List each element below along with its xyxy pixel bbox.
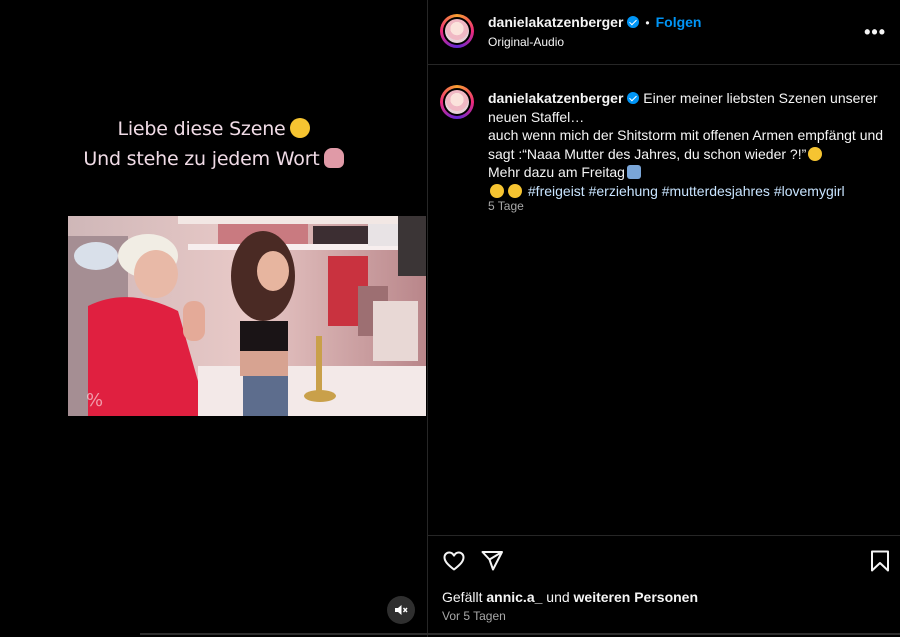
share-button[interactable] (479, 548, 505, 574)
original-audio-link[interactable]: Original-Audio (488, 35, 564, 49)
follow-button[interactable]: Folgen (656, 14, 702, 30)
post-caption: danielakatzenberger Einer meiner liebste… (488, 89, 893, 200)
hashtag-link[interactable]: #freigeist (528, 183, 585, 199)
hashtag-link[interactable]: #lovemygirl (774, 183, 845, 199)
grinning-emoji-icon (508, 183, 522, 198)
hashtag-link[interactable]: #erziehung (589, 183, 658, 199)
author-line: danielakatzenberger • Folgen (488, 14, 701, 30)
verified-badge-icon (627, 92, 640, 104)
mute-toggle-button[interactable] (387, 596, 415, 624)
like-button[interactable] (441, 548, 467, 574)
author-username[interactable]: danielakatzenberger (488, 14, 623, 30)
actions-divider (428, 535, 900, 536)
author-avatar[interactable] (440, 14, 474, 48)
bookmark-icon (871, 550, 889, 572)
bottom-scroll-edge (140, 633, 900, 635)
post-header: danielakatzenberger • Folgen Original-Audi… (428, 0, 900, 65)
post-side-panel: danielakatzenberger • Folgen Original-Audi… (428, 0, 900, 637)
save-button[interactable] (867, 548, 893, 574)
video-overlay-text-line1: Liebe diese Szene (0, 118, 427, 140)
likes-summary: Gefällt annic.a_ und weiteren Personen (442, 589, 698, 605)
tv-emoji-icon (626, 165, 641, 179)
liked-by-username[interactable]: annic.a_ (486, 589, 542, 605)
video-frame[interactable]: % (68, 216, 426, 416)
caption-line3: Mehr dazu am Freitag (488, 164, 625, 180)
video-overlay-text-line2: Und stehe zu jedem Wort (0, 148, 427, 170)
verified-badge-icon (627, 16, 640, 28)
caption-line2: auch wenn mich der Shitstorm mit offenen… (488, 127, 884, 162)
post-timestamp[interactable]: Vor 5 Tagen (442, 609, 506, 623)
svg-text:%: % (86, 390, 103, 411)
likes-middle: und (546, 589, 570, 605)
likes-prefix: Gefällt (442, 589, 483, 605)
speaker-muted-icon (395, 605, 408, 615)
caption-author-avatar[interactable] (440, 85, 474, 119)
other-likers-link[interactable]: weiteren Personen (574, 589, 699, 605)
paper-plane-icon (481, 551, 503, 571)
person-gesturing-emoji-icon (323, 148, 344, 168)
hashtag-link[interactable]: #mutterdesjahres (662, 183, 770, 199)
reel-video-pane[interactable]: Liebe diese Szene Und stehe zu jedem Wor… (0, 0, 427, 637)
caption-timestamp[interactable]: 5 Tage (488, 199, 524, 213)
separator-dot: • (645, 16, 650, 30)
video-still-image: % (68, 216, 426, 416)
grinning-emoji-icon (490, 183, 504, 198)
more-options-icon[interactable]: ••• (864, 22, 886, 43)
caption-username[interactable]: danielakatzenberger (488, 90, 623, 106)
grinning-emoji-icon (808, 146, 823, 161)
smiling-face-emoji-icon (289, 118, 310, 138)
heart-icon (443, 551, 465, 571)
